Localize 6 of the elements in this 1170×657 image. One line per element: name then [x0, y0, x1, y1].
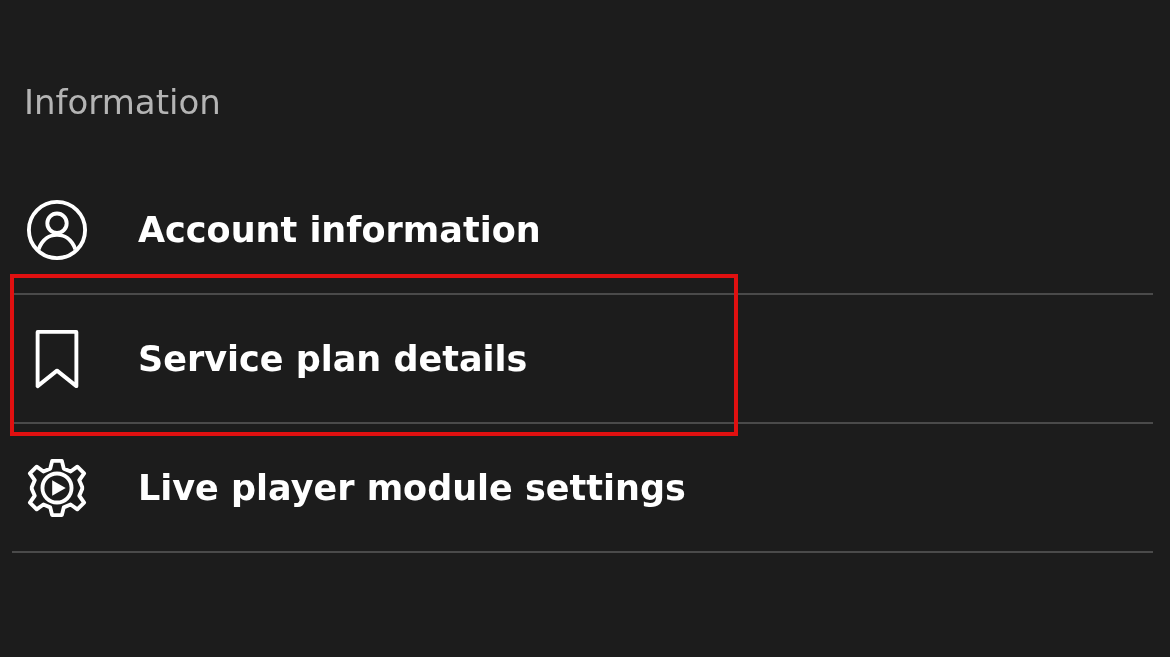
gear-play-icon — [26, 456, 88, 519]
person-icon — [26, 198, 88, 261]
menu-item[interactable]: Live player module settings — [12, 424, 1153, 551]
section-title: Information — [23, 81, 222, 124]
menu-item[interactable]: Account information — [12, 166, 1153, 293]
menu-item[interactable]: Service plan details — [12, 295, 1153, 422]
